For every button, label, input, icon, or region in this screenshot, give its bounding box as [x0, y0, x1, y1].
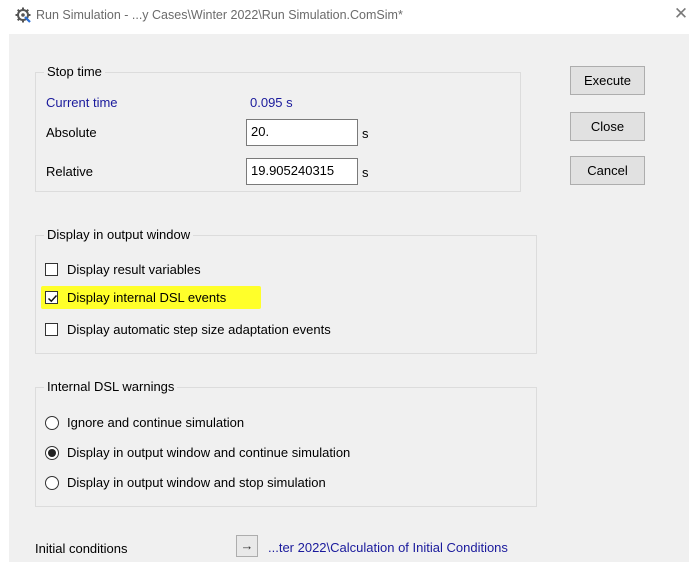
jump-arrow-button[interactable]: → — [236, 535, 258, 557]
relative-unit: s — [362, 165, 369, 180]
relative-label: Relative — [46, 164, 93, 179]
option-display-internal-dsl-events[interactable]: Display internal DSL events — [45, 289, 345, 309]
simulation-gear-icon — [15, 7, 31, 23]
close-window-icon[interactable]: ✕ — [671, 4, 690, 24]
option-label: Display in output window and stop simula… — [67, 475, 326, 490]
title-bar: Run Simulation - ...y Cases\Winter 2022\… — [0, 0, 690, 28]
current-time-value: 0.095 s — [250, 95, 293, 110]
radio-button[interactable] — [45, 416, 59, 430]
close-button[interactable]: Close — [570, 112, 645, 141]
option-display-step-size-events[interactable]: Display automatic step size adaptation e… — [45, 321, 425, 341]
stop-time-legend: Stop time — [44, 64, 105, 79]
relative-time-input[interactable]: 19.905240315 — [246, 158, 358, 185]
option-label: Display automatic step size adaptation e… — [67, 322, 331, 337]
dialog-body: Stop time Current time 0.095 s Absolute … — [9, 34, 689, 562]
checkmark-icon — [47, 294, 58, 303]
window-title: Run Simulation - ...y Cases\Winter 2022\… — [36, 8, 403, 22]
dsl-warnings-legend: Internal DSL warnings — [44, 379, 178, 394]
option-label: Display in output window and continue si… — [67, 445, 351, 460]
radio-button-selected[interactable] — [45, 446, 59, 460]
option-label: Display internal DSL events — [67, 290, 227, 305]
cancel-button[interactable]: Cancel — [570, 156, 645, 185]
checkbox[interactable] — [45, 263, 58, 276]
radio-dot — [48, 449, 56, 457]
initial-conditions-link[interactable]: ...ter 2022\Calculation of Initial Condi… — [268, 540, 508, 555]
initial-conditions-label: Initial conditions — [35, 541, 128, 556]
option-display-continue[interactable]: Display in output window and continue si… — [45, 444, 445, 464]
option-display-result-variables[interactable]: Display result variables — [45, 261, 345, 281]
option-ignore-continue[interactable]: Ignore and continue simulation — [45, 414, 345, 434]
absolute-label: Absolute — [46, 125, 97, 140]
option-label: Ignore and continue simulation — [67, 415, 245, 430]
execute-button[interactable]: Execute — [570, 66, 645, 95]
absolute-unit: s — [362, 126, 369, 141]
display-output-legend: Display in output window — [44, 227, 194, 242]
option-label: Display result variables — [67, 262, 201, 277]
current-time-label: Current time — [46, 95, 118, 110]
checkbox[interactable] — [45, 323, 58, 336]
checkbox-checked[interactable] — [45, 291, 58, 304]
absolute-time-input[interactable]: 20. — [246, 119, 358, 146]
radio-button[interactable] — [45, 476, 59, 490]
option-display-stop[interactable]: Display in output window and stop simula… — [45, 474, 445, 494]
